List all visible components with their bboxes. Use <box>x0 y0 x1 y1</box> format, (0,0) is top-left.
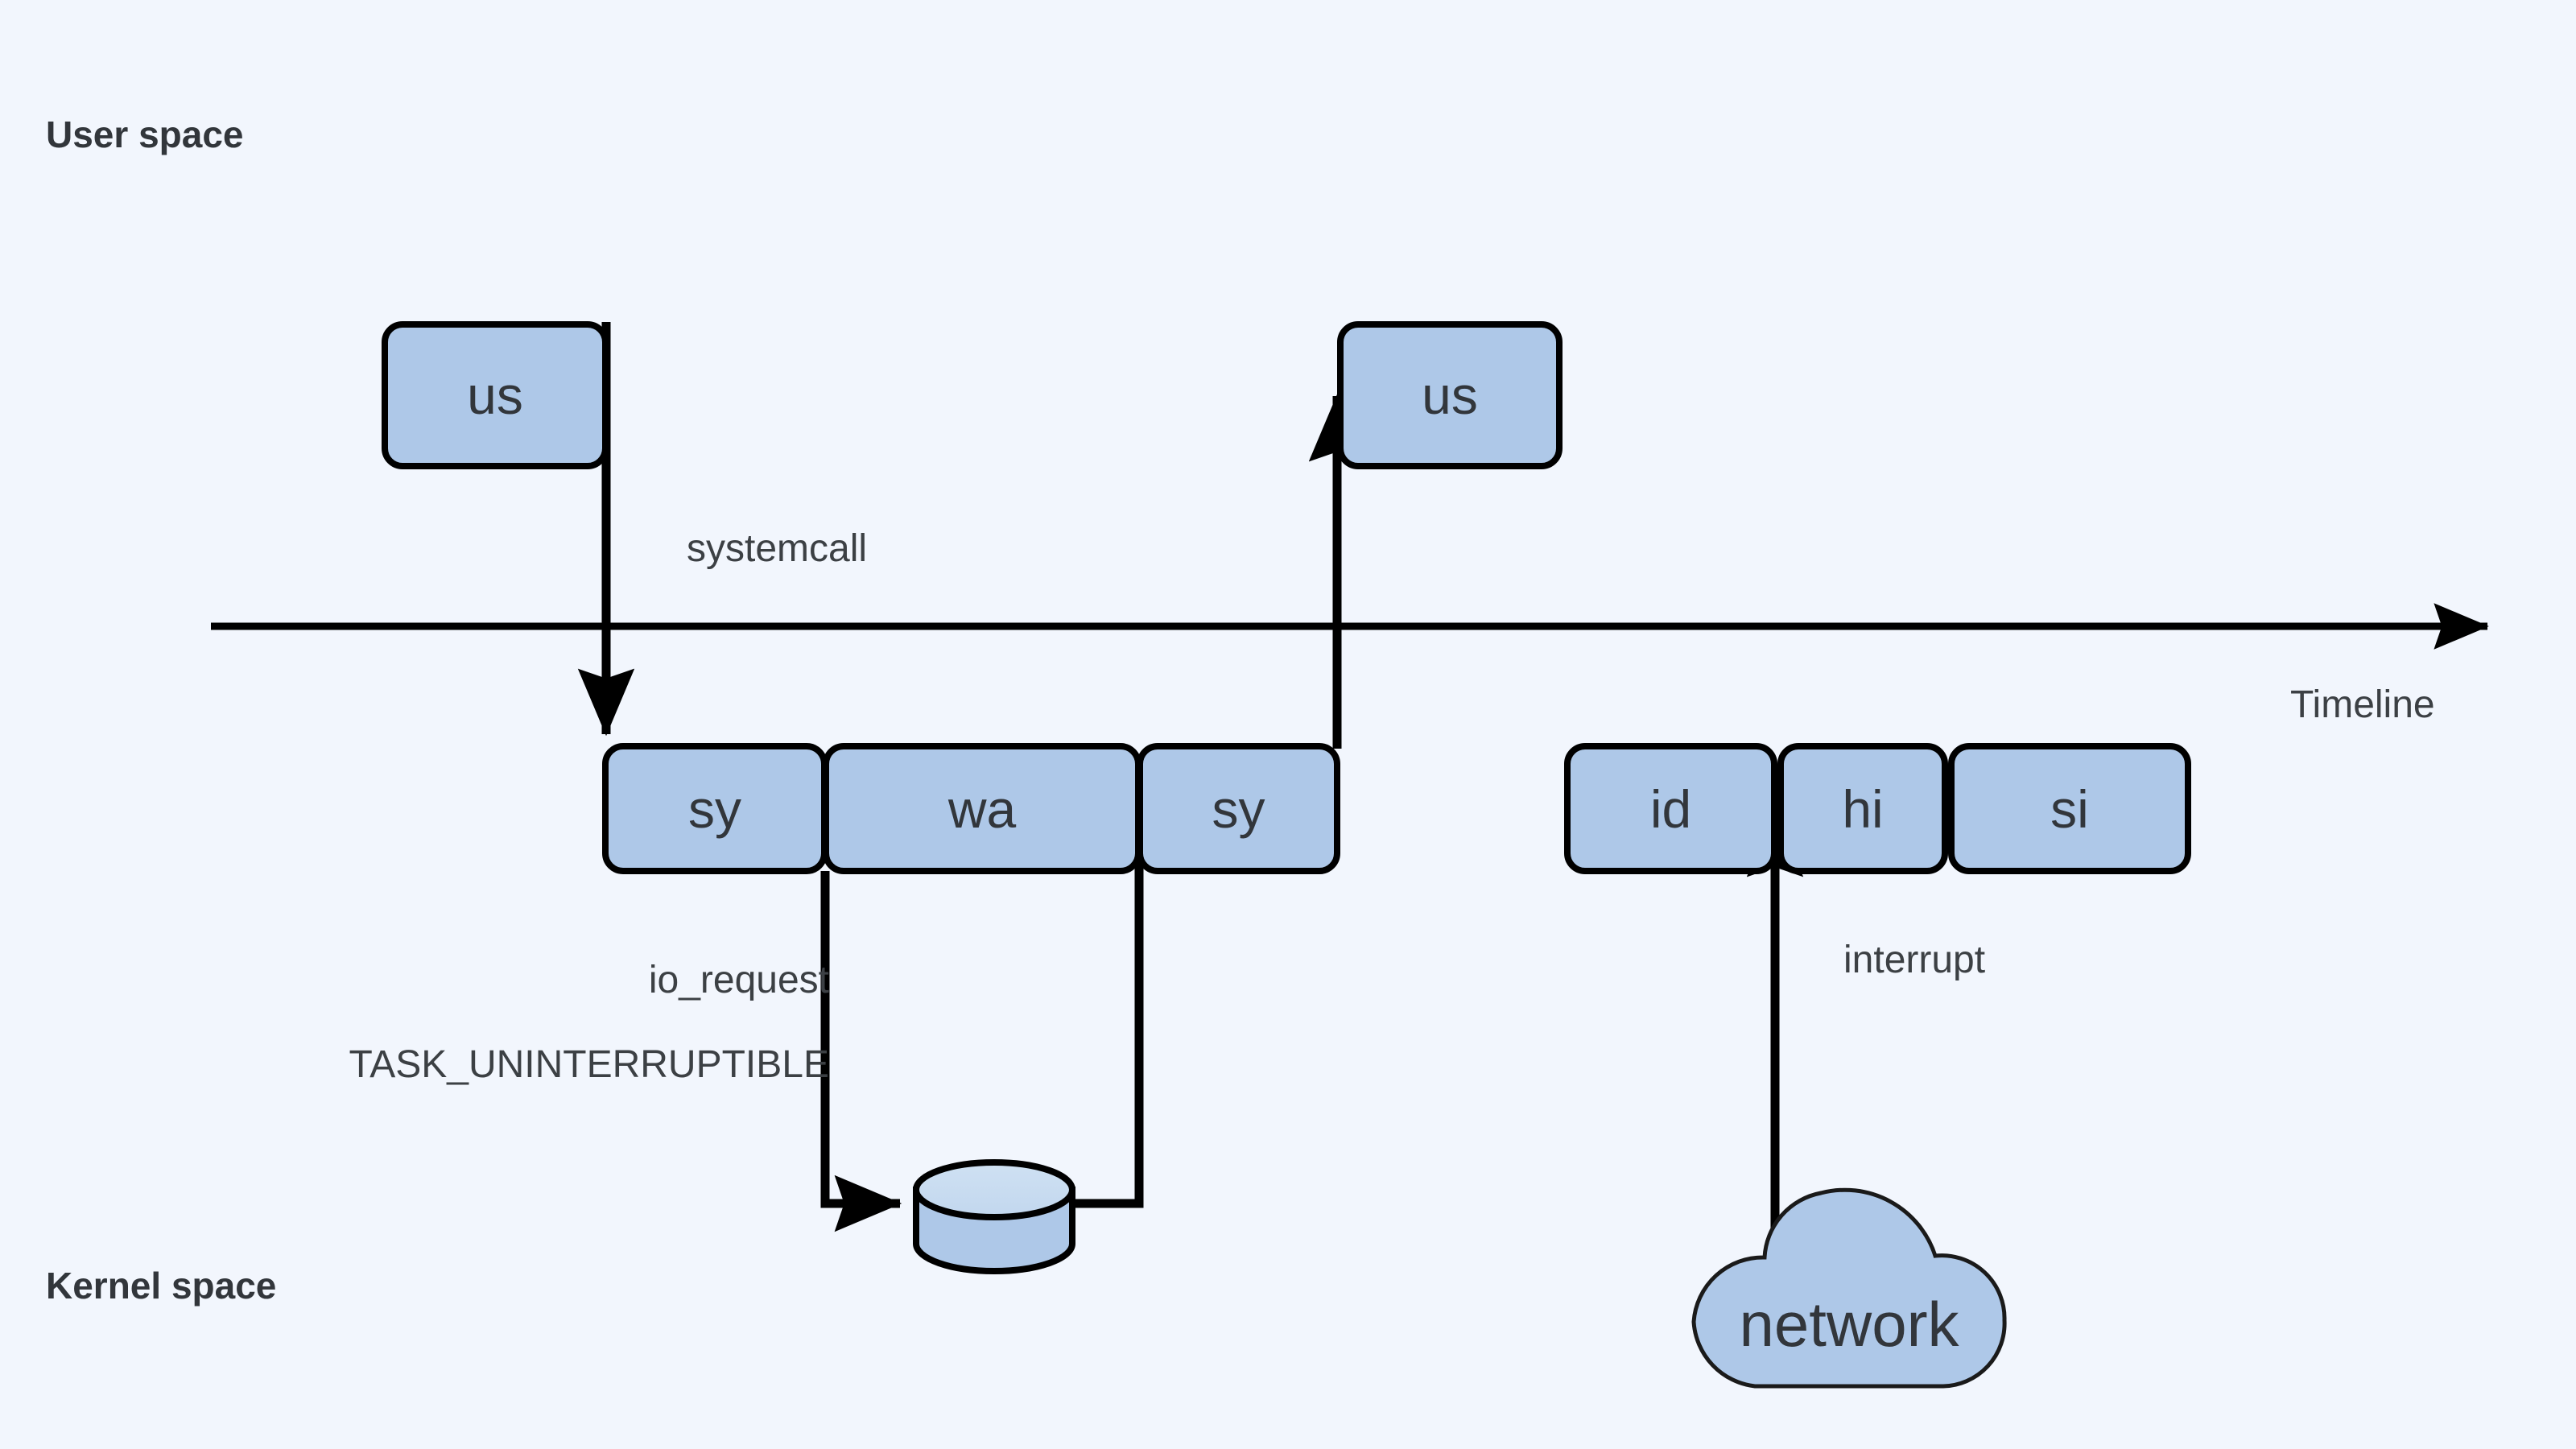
user-state-box-us-1[interactable] <box>382 321 609 469</box>
user-space-label: User space <box>46 114 244 155</box>
user-state-box-us-2[interactable] <box>1337 321 1563 469</box>
kernel-state-box-sy-2[interactable] <box>1137 743 1340 874</box>
interrupt-label: interrupt <box>1843 939 1986 981</box>
kernel-state-box-id[interactable] <box>1564 743 1777 874</box>
io-request-label: io_request <box>648 959 829 1001</box>
io-request-arrow <box>820 871 902 1232</box>
kernel-state-box-si[interactable] <box>1948 743 2191 874</box>
systemcall-label: systemcall <box>687 527 868 570</box>
kernel-state-box-group-right <box>1564 743 2191 874</box>
kernel-state-box-group-left <box>602 743 1340 874</box>
disk-cylinder-icon[interactable] <box>913 1159 1075 1274</box>
diagram-canvas: User space Kernel space systemcall io_re… <box>0 0 2576 1449</box>
kernel-space-label: Kernel space <box>46 1265 277 1307</box>
network-cloud-label: network <box>1739 1288 1959 1360</box>
task-uninterruptible-label: TASK_UNINTERRUPTIBLE <box>349 1043 829 1086</box>
kernel-state-box-wa[interactable] <box>823 743 1141 874</box>
user-state-box-group <box>382 321 1563 469</box>
kernel-state-box-sy-1[interactable] <box>602 743 828 874</box>
diagram-vector-layer <box>211 321 2489 1389</box>
kernel-state-box-hi[interactable] <box>1777 743 1948 874</box>
timeline-label: Timeline <box>2290 683 2435 726</box>
